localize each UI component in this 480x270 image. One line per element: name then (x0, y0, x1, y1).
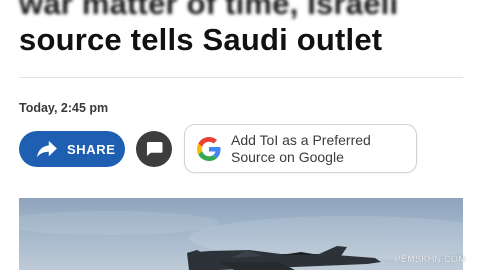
headline-line-2: source tells Saudi outlet (19, 22, 383, 57)
publish-timestamp: Today, 2:45 pm (19, 101, 109, 115)
comment-bubble-icon (146, 141, 162, 157)
preferred-source-line-2: Source on Google (231, 148, 344, 165)
add-preferred-source-button[interactable]: Add ToI as a Preferred Source on Google (184, 124, 417, 173)
share-arrow-icon (37, 140, 57, 158)
image-watermark: PEMSKHN.COM (394, 254, 466, 264)
preferred-source-line-1: Add ToI as a Preferred (231, 131, 371, 148)
article-headline: war matter of time, Israeli source tells… (19, 0, 469, 58)
share-button[interactable]: SHARE (19, 131, 125, 167)
comment-button[interactable] (136, 131, 172, 167)
preferred-source-text: Add ToI as a Preferred Source on Google (231, 132, 371, 166)
google-g-icon (197, 136, 221, 161)
article-page: war matter of time, Israeli source tells… (0, 0, 480, 270)
headline-line-1: war matter of time, Israeli (19, 0, 399, 21)
headline-divider (19, 77, 463, 78)
share-label: SHARE (67, 141, 116, 157)
